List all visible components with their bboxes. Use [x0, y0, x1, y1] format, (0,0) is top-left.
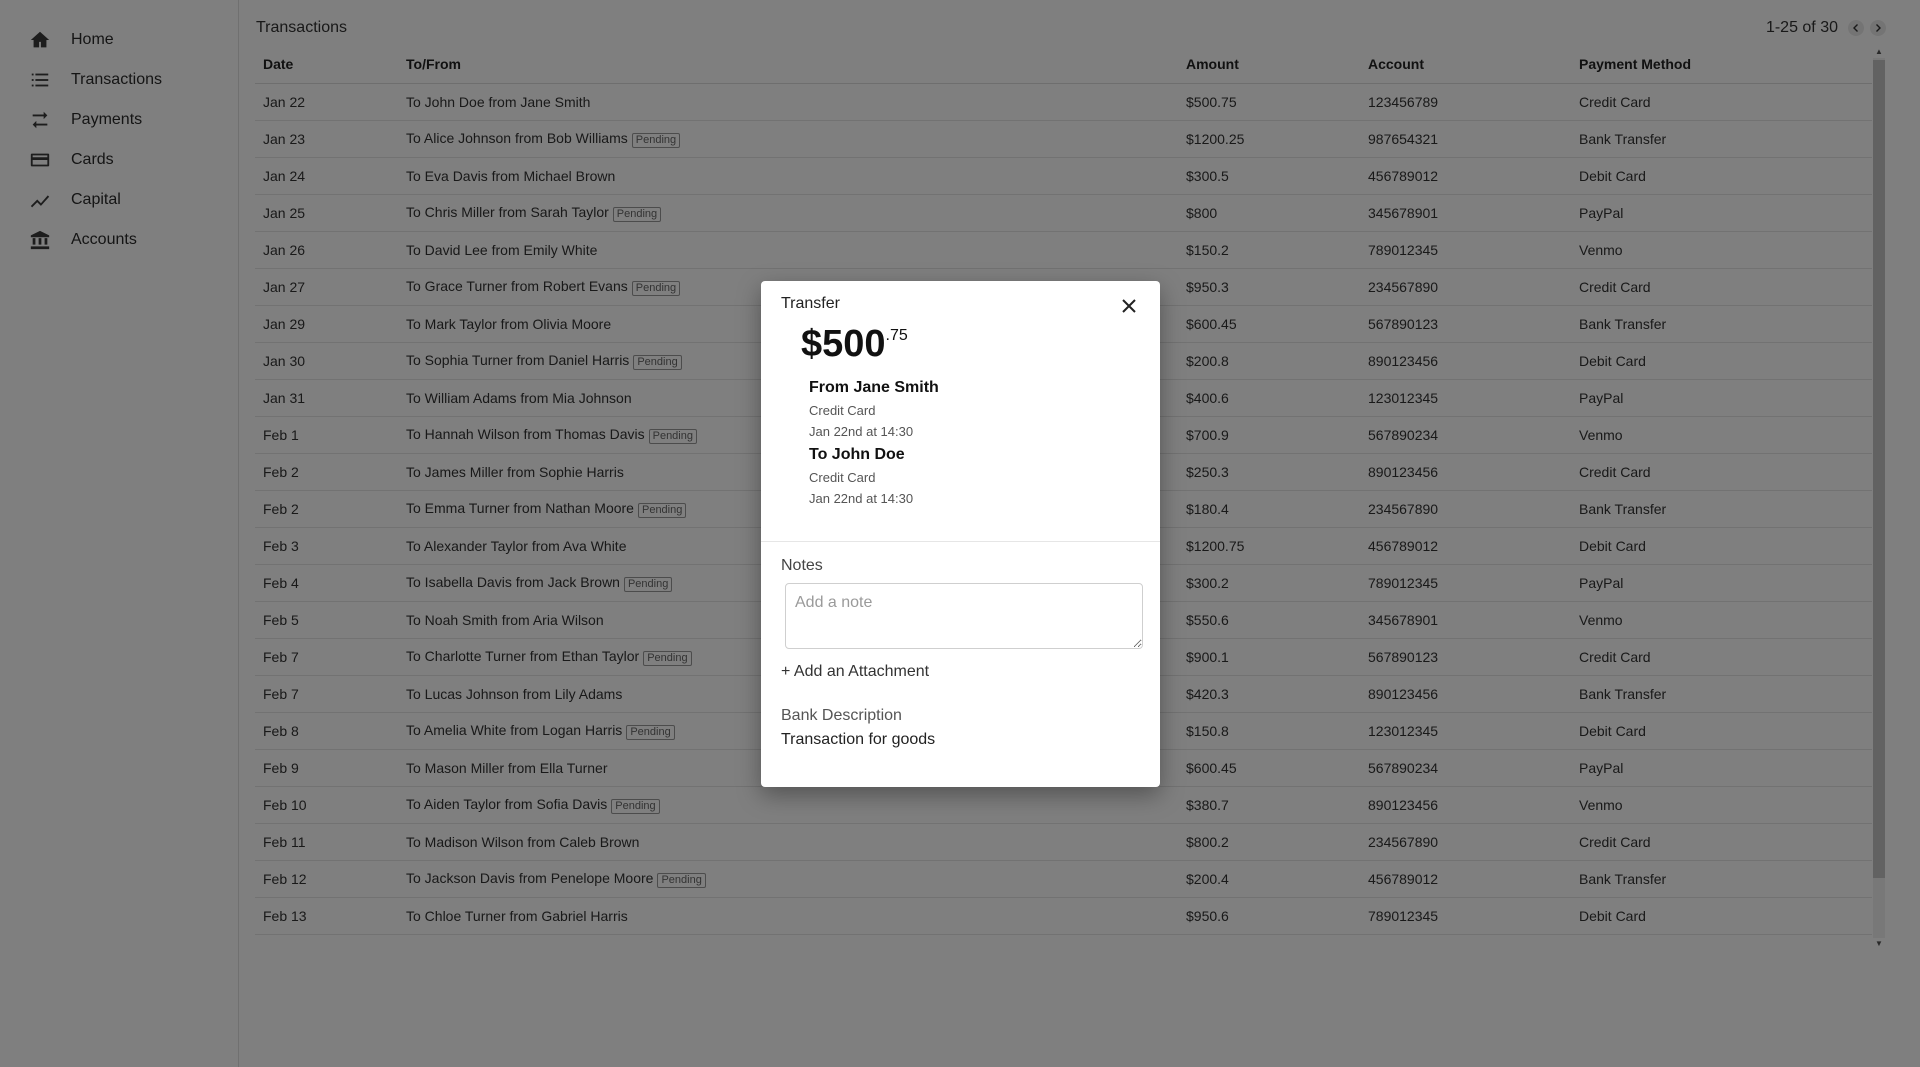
transfer-modal: Transfer $500.75 From Jane Smith Credit … [761, 281, 1160, 787]
to-party: To John Doe Credit Card Jan 22nd at 14:3… [809, 446, 913, 506]
modal-divider [761, 541, 1160, 542]
bank-description-value: Transaction for goods [781, 731, 936, 748]
close-icon [1122, 299, 1136, 313]
notes-input[interactable] [785, 583, 1143, 649]
transfer-amount: $500.75 [801, 323, 908, 366]
close-button[interactable] [1118, 295, 1140, 317]
add-attachment-button[interactable]: + Add an Attachment [781, 663, 929, 681]
amount-whole: $500 [801, 323, 886, 365]
to-name: To John Doe [809, 446, 905, 463]
bank-description-label: Bank Description [781, 707, 902, 724]
from-method: Credit Card [809, 403, 876, 418]
to-time: Jan 22nd at 14:30 [809, 491, 914, 506]
amount-cents: .75 [885, 327, 908, 344]
modal-title: Transfer [781, 295, 840, 312]
from-name: From Jane Smith [809, 379, 939, 396]
notes-label: Notes [781, 557, 823, 574]
from-party: From Jane Smith Credit Card Jan 22nd at … [809, 379, 939, 439]
from-time: Jan 22nd at 14:30 [809, 424, 914, 439]
to-method: Credit Card [809, 470, 876, 485]
